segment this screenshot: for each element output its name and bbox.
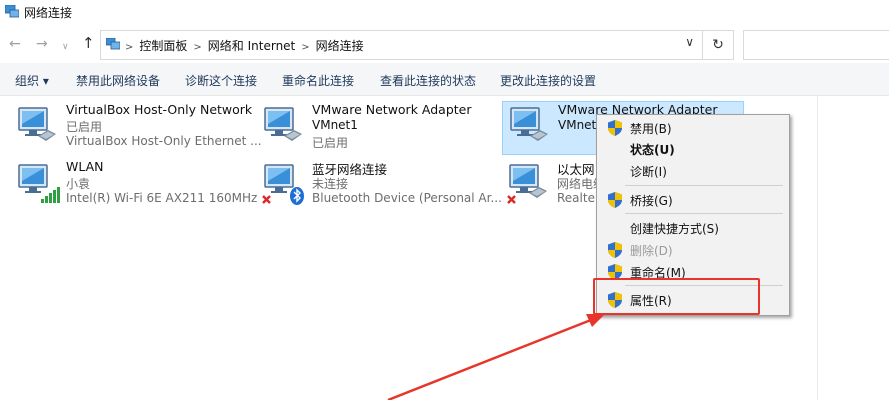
annotation-arrow-icon bbox=[387, 314, 605, 400]
